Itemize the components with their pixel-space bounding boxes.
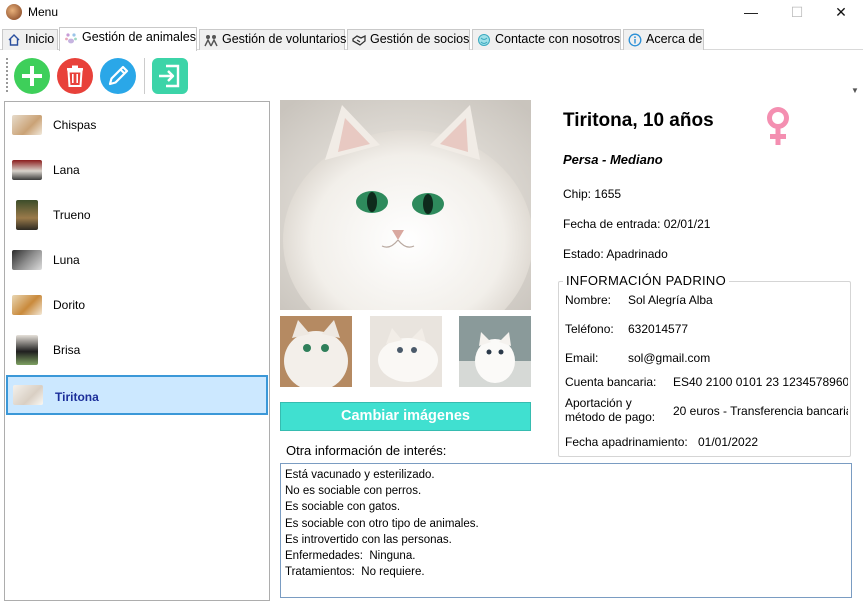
animal-photo-thumb[interactable] <box>370 316 442 387</box>
tab-label: Gestión de animales <box>82 30 196 44</box>
padrino-name: Sol Alegría Alba <box>628 293 713 307</box>
exit-icon <box>152 58 188 94</box>
pencil-icon <box>100 58 136 94</box>
tab-strip: Inicio Gestión de animales Gestión de vo… <box>0 27 863 51</box>
app-icon <box>6 4 22 20</box>
list-item[interactable]: Dorito <box>6 285 268 325</box>
minimize-button[interactable]: — <box>729 0 773 25</box>
exit-button[interactable] <box>152 58 188 94</box>
info-icon <box>628 33 642 47</box>
list-item[interactable]: Chispas <box>6 105 268 145</box>
padrino-bank-label: Cuenta bancaria: <box>565 375 657 389</box>
padrino-email-label: Email: <box>565 351 599 365</box>
tab-inicio[interactable]: Inicio <box>2 29 58 50</box>
animal-thumbnail <box>16 335 38 365</box>
animal-thumbnail <box>12 115 42 135</box>
padrino-group <box>558 281 851 457</box>
other-info-line: Es sociable con gatos. <box>285 501 401 514</box>
other-info-line: Enfermedades: Ninguna. <box>285 550 416 563</box>
padrino-payment-label-2: método de pago: <box>565 410 656 424</box>
home-icon <box>7 33 21 47</box>
tab-label: Inicio <box>25 32 55 46</box>
tab-label: Gestión de voluntarios <box>222 32 347 46</box>
tab-gestion-animales[interactable]: Gestión de animales <box>59 27 197 51</box>
list-item-selected[interactable]: Tiritona <box>6 375 268 415</box>
animal-thumbnail <box>13 385 43 405</box>
close-button[interactable]: ✕ <box>819 0 863 25</box>
animal-name: Lana <box>53 163 80 177</box>
padrino-title: INFORMACIÓN PADRINO <box>563 273 730 288</box>
toolbar-grip <box>6 58 8 92</box>
animal-name: Brisa <box>53 343 81 357</box>
animal-name: Dorito <box>53 298 86 312</box>
list-item[interactable]: Brisa <box>6 330 268 370</box>
list-item[interactable]: Trueno <box>6 195 268 235</box>
tab-label: Contacte con nosotros <box>495 32 621 46</box>
animal-status: Estado: Apadrinado <box>563 247 668 261</box>
animal-name: Trueno <box>53 208 91 222</box>
tab-acerca-de[interactable]: Acerca de <box>623 29 704 50</box>
people-icon <box>204 33 218 47</box>
tab-contacte[interactable]: Contacte con nosotros <box>472 29 621 50</box>
tab-label: Gestión de socios <box>370 32 470 46</box>
title-bar: Menu — ☐ ✕ <box>0 0 863 25</box>
padrino-phone-label: Teléfono: <box>565 322 614 336</box>
animal-name: Chispas <box>53 118 97 132</box>
other-info-line: Es sociable con otro tipo de animales. <box>285 517 479 530</box>
tab-gestion-socios[interactable]: Gestión de socios <box>347 29 470 50</box>
trash-icon <box>57 58 93 94</box>
padrino-date-label: Fecha apadrinamiento: <box>565 435 688 449</box>
animal-thumbnail <box>12 295 42 315</box>
padrino-payment: 20 euros - Transferencia bancaria <box>673 404 848 418</box>
padrino-date: 01/01/2022 <box>698 435 759 449</box>
toolbar-separator <box>144 58 145 94</box>
list-item[interactable]: Luna <box>6 240 268 280</box>
scroll-down-icon[interactable]: ▼ <box>851 86 859 95</box>
other-info-line: No es sociable con perros. <box>285 485 422 498</box>
padrino-bank: ES40 2100 0101 23 1234578960 <box>673 375 848 389</box>
plus-icon <box>14 58 50 94</box>
animal-list: Chispas Lana Trueno Luna Dorito Brisa Ti… <box>4 101 270 601</box>
padrino-phone: 632014577 <box>628 322 689 336</box>
delete-button[interactable] <box>57 58 93 94</box>
other-info-line: Es introvertido con las personas. <box>285 533 452 546</box>
animal-photo-thumb[interactable] <box>280 316 352 387</box>
animal-name: Luna <box>53 253 80 267</box>
toolbar <box>0 52 863 99</box>
animal-breed: Persa - Mediano <box>563 152 663 167</box>
animal-thumbnail <box>12 160 42 180</box>
list-item[interactable]: Lana <box>6 150 268 190</box>
other-info-label: Otra información de interés: <box>286 443 447 458</box>
animal-name-age: Tiritona, 10 años <box>563 110 714 131</box>
paw-icon <box>64 31 78 45</box>
tab-gestion-voluntarios[interactable]: Gestión de voluntarios <box>199 29 347 50</box>
animal-name: Tiritona <box>55 390 99 404</box>
animal-main-photo <box>280 100 531 310</box>
change-images-button[interactable]: Cambiar imágenes <box>280 402 531 431</box>
add-button[interactable] <box>14 58 50 94</box>
animal-thumbnail <box>16 200 38 230</box>
other-info-line: Está vacunado y esterilizado. <box>285 469 435 481</box>
padrino-email: sol@gmail.com <box>628 351 711 365</box>
animal-entry-date: Fecha de entrada: 02/01/21 <box>563 217 711 231</box>
globe-icon <box>477 33 491 47</box>
window-title: Menu <box>28 5 59 19</box>
female-icon <box>763 104 793 148</box>
maximize-button[interactable]: ☐ <box>775 0 819 25</box>
other-info-line: Tratamientos: No requiere. <box>285 566 425 579</box>
padrino-payment-label-1: Aportación y <box>565 396 632 410</box>
animal-photo-thumb[interactable] <box>459 316 531 387</box>
handshake-icon <box>352 33 366 47</box>
other-info-textarea[interactable]: Está vacunado y esterilizado. No es soci… <box>280 463 852 598</box>
tab-label: Acerca de <box>646 32 703 46</box>
animal-chip: Chip: 1655 <box>563 187 622 201</box>
edit-button[interactable] <box>100 58 136 94</box>
padrino-name-label: Nombre: <box>565 293 612 307</box>
animal-thumbnail <box>12 250 42 270</box>
